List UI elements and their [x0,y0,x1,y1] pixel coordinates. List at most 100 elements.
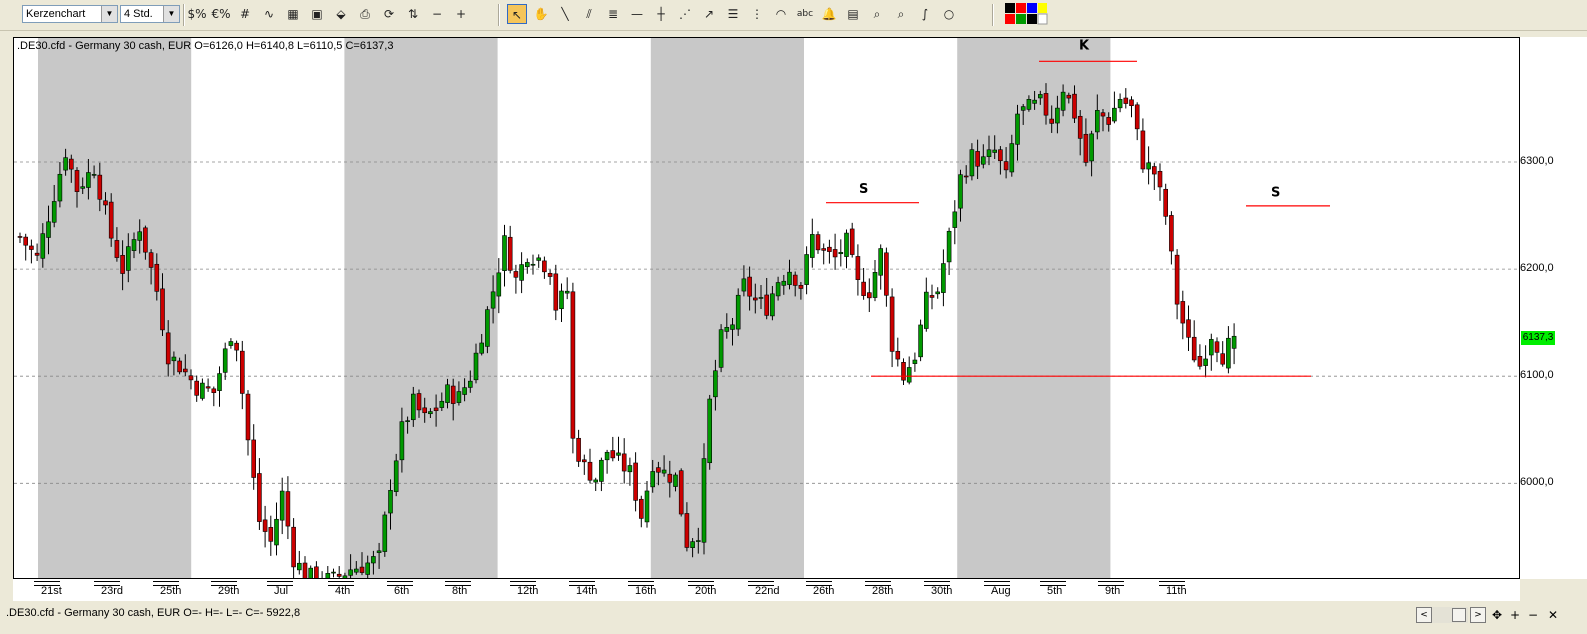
zoom-minus-button[interactable]: − [1526,607,1540,623]
zoom-in-icon[interactable]: + [451,4,471,24]
time-axis[interactable]: 21st 23rd 25th 29th Jul 4th 6th 8th 12th 14th 16th… [13,579,1520,601]
price-tick-label: 6200,0 [1520,262,1554,275]
grid-icon[interactable]: # [235,4,255,24]
candle-up [428,411,433,415]
fibonacci-icon[interactable]: ≣ [603,4,623,24]
chart-area[interactable]: S K S [13,37,1520,579]
candlestick-chart[interactable]: S K S [14,38,1519,578]
time-zones-icon[interactable]: ⋮ [747,4,767,24]
time-tick-mark [153,581,179,586]
chevron-down-icon[interactable]: ▼ [101,6,117,22]
candle-down [576,437,581,462]
dollar-scale-icon[interactable]: $% [187,4,207,24]
fibonacci-levels-icon[interactable]: ☰ [723,4,743,24]
time-tick-mark [1159,581,1185,586]
candle-down [262,519,268,532]
indicator-icon[interactable]: ∿ [259,4,279,24]
candle-up [439,400,445,408]
candle-down [114,240,120,258]
candle-up [46,221,51,238]
scroll-left-button[interactable]: < [1416,607,1432,623]
candle-up [279,490,285,521]
scroll-right-button[interactable]: > [1470,607,1486,623]
trade-icon[interactable]: ⇅ [403,4,423,24]
time-tick-label: 8th [452,585,468,597]
candle-down [798,285,804,289]
arc-icon[interactable]: ◠ [771,4,791,24]
text-icon[interactable]: abc [795,4,815,24]
candle-up [787,271,792,285]
candle-down [1214,341,1220,353]
color-palette-icon[interactable] [1004,2,1048,26]
curve-icon[interactable]: ∫ [915,4,935,24]
status-bar: .DE30.cfd - Germany 30 cash, EUR O=- H=-… [0,604,1587,634]
time-tick-label: Jul [274,585,289,597]
candle-down [1083,133,1089,163]
candle-up [1026,99,1032,110]
candle-down [513,271,519,278]
horizontal-line-icon[interactable]: — [627,4,647,24]
ellipse-icon[interactable]: ○ [939,4,959,24]
close-icon[interactable]: ✕ [1546,607,1560,623]
candle-up [969,149,975,177]
candle-down [108,201,114,239]
eraser-icon[interactable]: ⬙ [331,4,351,24]
timeframe-select[interactable]: 4 Std. ▼ [120,5,180,23]
candle-down [542,260,547,273]
print-icon[interactable]: ⎙ [355,4,375,24]
candle-down [177,360,182,373]
candle-down [251,439,256,478]
candle-down [752,297,758,301]
arrow-tool-icon[interactable]: ↗ [699,4,719,24]
line-icon[interactable]: ╲ [555,4,575,24]
candle-down [656,467,661,473]
candle-down [581,459,587,463]
parallel-line-icon[interactable]: ⫽ [579,4,599,24]
candle-up [650,471,656,488]
candle-down [975,151,980,167]
euro-scale-icon[interactable]: €% [211,4,231,24]
zoom-out-icon[interactable]: − [427,4,447,24]
candle-down [815,234,821,251]
search-icon[interactable]: ⌕ [867,4,887,24]
candle-up [730,324,735,330]
image-icon[interactable]: ▣ [307,4,327,24]
chevron-down-icon[interactable]: ▼ [163,6,179,22]
hand-icon[interactable]: ✋ [531,4,551,24]
scrollbar-thumb[interactable] [1452,608,1466,622]
candle-up [878,248,884,276]
candle-down [1186,319,1191,338]
candle-up [445,384,450,403]
candle-up [171,356,177,362]
time-tick-label: 23rd [101,585,124,597]
time-tick-label: 25th [160,585,182,597]
candle-up [701,458,707,543]
candle-down [866,292,872,299]
price-axis[interactable]: 6300,0 6200,0 6100,0 6000,0 [1520,37,1587,579]
candle-down [1106,117,1111,125]
candle-up [741,278,747,292]
candle-up [524,262,530,268]
candle-down [359,566,365,573]
refresh-icon[interactable]: ⟳ [379,4,399,24]
candle-down [302,562,308,578]
candle-down [1003,161,1009,171]
magnifier-icon[interactable]: ⌕ [891,4,911,24]
vertical-line-icon[interactable]: ┼ [651,4,671,24]
cursor-icon[interactable]: ↖ [507,4,527,24]
zoom-plus-button[interactable]: + [1508,607,1522,623]
chart-type-select[interactable]: Kerzenchart ▼ [22,5,118,23]
time-tick-mark [748,581,774,586]
horizontal-scrollbar[interactable] [1432,607,1468,623]
move-icon[interactable]: ✥ [1490,607,1504,623]
candle-up [399,421,405,461]
session-shade [957,38,1111,578]
candle-up [1203,358,1208,366]
fan-icon[interactable]: ⋰ [675,4,695,24]
candle-down [684,513,690,548]
candle-up [57,173,63,202]
candle-down [103,200,108,206]
calculator-icon[interactable]: ▤ [843,4,863,24]
alarm-bell-icon[interactable]: 🔔 [819,4,839,24]
template-icon[interactable]: ▦ [283,4,303,24]
